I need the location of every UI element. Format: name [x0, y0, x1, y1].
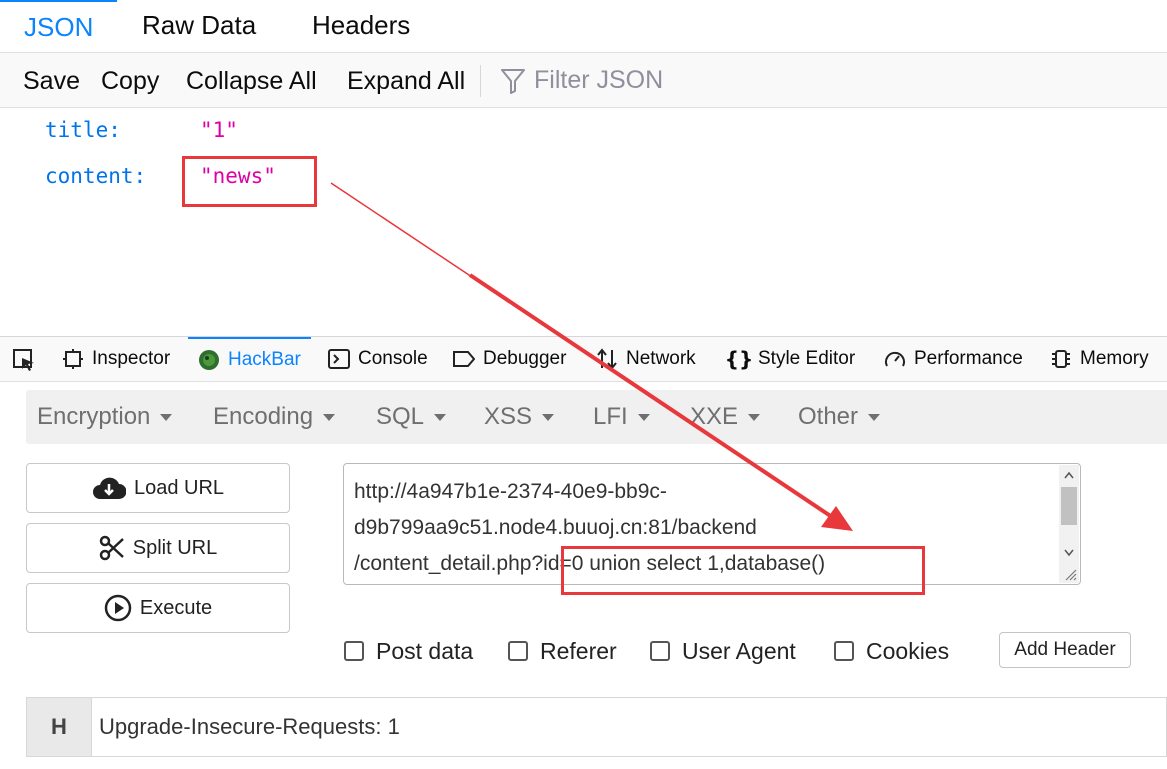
add-header-button[interactable]: Add Header	[999, 632, 1131, 668]
header-row: H Upgrade-Insecure-Requests: 1	[26, 697, 1167, 757]
cookies-option[interactable]: Cookies	[834, 636, 949, 666]
referer-option[interactable]: Referer	[508, 636, 617, 666]
post-data-checkbox[interactable]	[344, 641, 364, 661]
cookies-checkbox[interactable]	[834, 641, 854, 661]
post-data-label: Post data	[376, 637, 474, 664]
user-agent-label: User Agent	[682, 637, 796, 664]
user-agent-option[interactable]: User Agent	[650, 636, 796, 666]
user-agent-checkbox[interactable]	[650, 641, 670, 661]
cookies-label: Cookies	[866, 637, 950, 664]
referer-label: Referer	[540, 637, 617, 664]
post-data-option[interactable]: Post data	[344, 636, 473, 666]
header-value[interactable]: Upgrade-Insecure-Requests: 1	[99, 698, 400, 756]
header-badge[interactable]: H	[27, 698, 92, 756]
referer-checkbox[interactable]	[508, 641, 528, 661]
